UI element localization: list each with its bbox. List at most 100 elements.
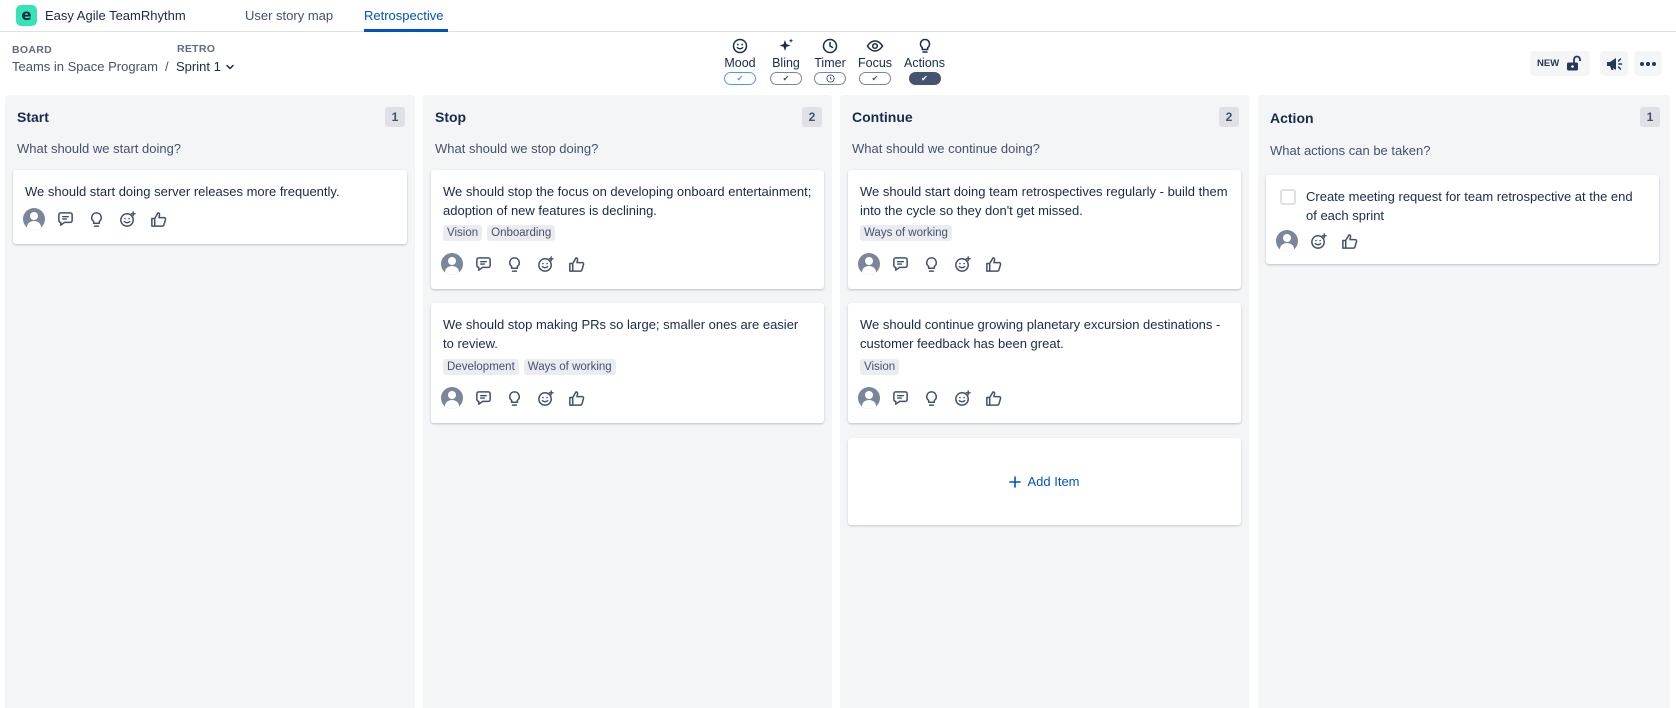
lock-button[interactable]: NEW — [1530, 51, 1590, 76]
card-text: We should stop making PRs so large; smal… — [443, 317, 799, 351]
action-checkbox[interactable] — [1280, 189, 1296, 205]
tool-actions[interactable]: Actions ✔ — [904, 37, 945, 85]
board-link[interactable]: Teams in Space Program — [12, 59, 158, 74]
add-reaction-icon[interactable] — [117, 209, 138, 230]
thumbs-up-icon[interactable] — [1339, 231, 1360, 252]
tag[interactable]: Ways of working — [860, 225, 952, 241]
chevron-down-icon — [226, 64, 234, 69]
avatar[interactable] — [858, 387, 880, 409]
tag[interactable]: Ways of working — [523, 359, 616, 375]
column-prompt: What should we continue doing? — [852, 141, 1040, 156]
column-count: 2 — [1219, 107, 1239, 127]
card-text: We should continue growing planetary exc… — [860, 317, 1221, 351]
lightbulb-icon[interactable] — [86, 209, 107, 230]
column-count: 2 — [802, 107, 822, 127]
mood-toggle[interactable]: ✔ — [724, 72, 756, 85]
comment-icon[interactable] — [55, 209, 76, 230]
comment-icon[interactable] — [473, 388, 494, 409]
column-action: Action 1 What actions can be taken? Crea… — [1258, 95, 1670, 708]
tag[interactable]: Vision — [443, 225, 483, 241]
timer-toggle[interactable] — [814, 72, 846, 85]
retro-card[interactable]: We should start doing server releases mo… — [13, 170, 407, 244]
column-prompt: What should we start doing? — [17, 141, 182, 156]
tool-timer-label: Timer — [814, 56, 846, 70]
actions-toggle[interactable]: ✔ — [908, 72, 941, 85]
retro-card[interactable]: We should start doing team retrospective… — [848, 170, 1241, 289]
avatar[interactable] — [23, 208, 45, 230]
tab-retrospective[interactable]: Retrospective — [364, 8, 443, 23]
lightbulb-icon[interactable] — [921, 254, 942, 275]
card-tags: Ways of working — [860, 225, 952, 241]
tab-user-story-map[interactable]: User story map — [245, 8, 333, 23]
mood-icon — [732, 38, 748, 54]
card-text: We should start doing team retrospective… — [860, 184, 1228, 218]
board-label: BOARD — [12, 44, 52, 56]
focus-toggle[interactable]: ✔ — [859, 72, 892, 85]
app-logo-icon[interactable]: e — [16, 5, 37, 26]
retro-card[interactable]: We should stop making PRs so large; smal… — [431, 303, 824, 423]
card-actions — [23, 208, 169, 230]
action-card[interactable]: Create meeting request for team retrospe… — [1266, 175, 1659, 264]
tool-bling[interactable]: Bling ✔ — [770, 37, 802, 85]
add-reaction-icon[interactable] — [952, 254, 973, 275]
unlock-icon — [1567, 55, 1582, 71]
thumbs-up-icon[interactable] — [983, 254, 1004, 275]
column-title: Stop — [435, 109, 467, 125]
avatar[interactable] — [441, 253, 463, 275]
sprint-value: Sprint 1 — [176, 59, 221, 74]
comment-icon[interactable] — [890, 388, 911, 409]
avatar[interactable] — [441, 387, 463, 409]
thumbs-up-icon[interactable] — [566, 388, 587, 409]
thumbs-up-icon[interactable] — [983, 388, 1004, 409]
retro-card[interactable]: We should stop the focus on developing o… — [431, 170, 824, 289]
add-reaction-icon[interactable] — [535, 254, 556, 275]
comment-icon[interactable] — [473, 254, 494, 275]
retro-label: RETRO — [177, 43, 216, 55]
tool-focus-label: Focus — [858, 56, 893, 70]
bling-toggle[interactable]: ✔ — [770, 72, 802, 85]
tag[interactable]: Onboarding — [487, 225, 556, 241]
add-reaction-icon[interactable] — [952, 388, 973, 409]
comment-icon[interactable] — [890, 254, 911, 275]
lightbulb-icon[interactable] — [921, 388, 942, 409]
card-actions — [441, 387, 587, 409]
thumbs-up-icon[interactable] — [148, 209, 169, 230]
tool-mood[interactable]: Mood ✔ — [724, 37, 756, 85]
tool-timer[interactable]: Timer — [814, 37, 846, 85]
mood-toggle-check: ✔ — [736, 74, 744, 83]
sparkle-icon — [779, 38, 794, 51]
megaphone-icon — [1607, 57, 1623, 70]
add-reaction-icon[interactable] — [535, 388, 556, 409]
lightbulb-icon[interactable] — [504, 388, 525, 409]
column-prompt: What should we stop doing? — [435, 141, 599, 156]
tag[interactable]: Vision — [860, 359, 900, 375]
clock-icon — [822, 38, 838, 54]
card-text: We should start doing server releases mo… — [25, 184, 340, 199]
column-count: 1 — [1640, 107, 1660, 127]
active-tab-indicator — [364, 29, 448, 32]
new-badge: NEW — [1537, 58, 1560, 69]
top-nav: e Easy Agile TeamRhythm User story map R… — [0, 0, 1676, 32]
add-item-label: Add Item — [1027, 474, 1080, 489]
avatar[interactable] — [858, 253, 880, 275]
avatar[interactable] — [1276, 230, 1298, 252]
retro-card[interactable]: We should continue growing planetary exc… — [848, 303, 1241, 423]
add-reaction-icon[interactable] — [1308, 231, 1329, 252]
card-text: Create meeting request for team retrospe… — [1306, 189, 1633, 223]
timer-toggle-clock-icon — [825, 74, 835, 83]
lightbulb-icon[interactable] — [504, 254, 525, 275]
card-actions — [1276, 230, 1360, 252]
app-title[interactable]: Easy Agile TeamRhythm — [45, 8, 186, 23]
sprint-selector[interactable]: Sprint 1 — [176, 59, 235, 74]
lightbulb-icon — [919, 38, 930, 53]
tag[interactable]: Development — [443, 359, 519, 375]
add-item-button[interactable]: Add Item — [848, 438, 1241, 525]
card-text: We should stop the focus on developing o… — [443, 184, 812, 218]
column-title: Start — [17, 109, 49, 125]
announcements-button[interactable] — [1600, 51, 1628, 76]
thumbs-up-icon[interactable] — [566, 254, 587, 275]
tool-focus[interactable]: Focus ✔ — [858, 37, 892, 85]
more-options-button[interactable] — [1634, 51, 1662, 76]
tool-actions-label: Actions — [904, 56, 945, 70]
column-title: Continue — [852, 109, 913, 125]
